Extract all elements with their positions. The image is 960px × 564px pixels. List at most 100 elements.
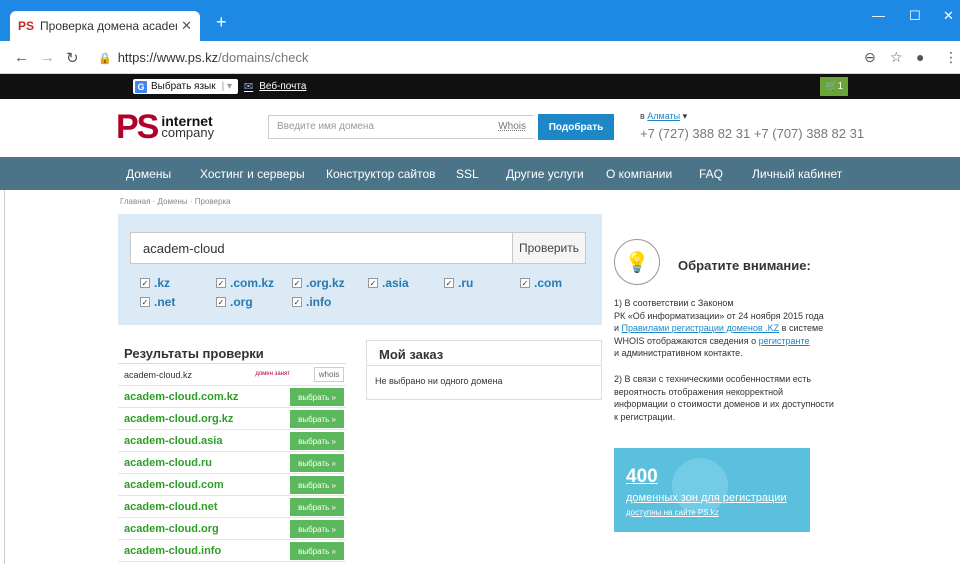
minimize-icon[interactable]: — [872,8,885,23]
promo-line2: доступны на сайте PS.kz [626,508,719,517]
zone-label: .asia [382,276,409,290]
nav-item-about[interactable]: О компании [606,167,672,181]
close-window-icon[interactable]: ✕ [943,8,954,24]
ps-logo[interactable]: PS internet company [116,110,214,144]
order-title: Мой заказ [367,341,601,366]
back-icon[interactable]: ← [14,49,29,66]
nav-item-account[interactable]: Личный кабинет [752,167,842,181]
select-button[interactable]: выбрать » [290,410,344,428]
whois-button[interactable]: whois [314,367,344,382]
cart-icon: 🛒 [824,81,838,92]
kz-rules-link[interactable]: Правилами регистрации доменов .KZ [622,323,780,333]
registrant-link[interactable]: регистранте [759,336,810,346]
select-button[interactable]: выбрать » [290,432,344,450]
select-button[interactable]: выбрать » [290,476,344,494]
table-row: academ-cloud.net выбрать » [118,496,346,518]
address-bar: ← → ↻ 🔒 https://www.ps.kz/domains/check ⊖… [0,41,960,74]
ps-favicon-icon: PS [18,19,35,33]
notice-line: 2) В связи с техническими особенностями … [614,374,812,384]
checkbox-checked-icon: ✓ [216,297,226,307]
breadcrumb[interactable]: Главная · Домены · Проверка [120,197,231,206]
zone-checkbox[interactable]: ✓ .com.kz [216,276,274,290]
close-tab-icon[interactable]: ✕ [181,18,192,34]
content-left-border [4,190,5,564]
tab-title: Проверка домена academ-clou [40,19,177,33]
zone-checkbox[interactable]: ✓ .com [520,276,562,290]
nav-item-builder[interactable]: Конструктор сайтов [326,167,436,181]
nav-item-domains[interactable]: Домены [126,167,171,181]
checkbox-checked-icon: ✓ [368,278,378,288]
zone-label: .info [306,295,332,309]
checkbox-checked-icon: ✓ [520,278,530,288]
notice-paragraph-1: 1) В соответствии с Законом РК «Об инфор… [614,297,850,360]
zone-label: .net [154,295,176,309]
zone-checkbox[interactable]: ✓ .info [292,295,331,309]
select-button[interactable]: выбрать » [290,520,344,538]
city-selector[interactable]: в Алматы ▾ [640,111,687,122]
table-row: academ-cloud.info выбрать » [118,540,346,562]
notice-paragraph-2: 2) В связи с техническими особенностями … [614,373,850,423]
domain-search-input[interactable]: Введите имя домена Whois [268,115,534,139]
result-domain: academ-cloud.asia [124,435,223,447]
account-icon[interactable]: ● [916,49,924,65]
notice-line: и административном контакте. [614,348,743,358]
nav-item-faq[interactable]: FAQ [699,167,723,181]
checkbox-checked-icon: ✓ [140,297,150,307]
results-title: Результаты проверки [118,340,346,364]
new-tab-icon[interactable]: + [216,12,227,33]
table-row: academ-cloud.org.kz выбрать » [118,408,346,430]
browser-tab[interactable]: PS Проверка домена academ-clou ✕ [10,11,200,41]
nav-item-other[interactable]: Другие услуги [506,167,584,181]
webmail-label: Веб-почта [259,81,307,92]
zones-promo-banner[interactable]: 400 доменных зон для регистрации доступн… [614,448,810,532]
reload-icon[interactable]: ↻ [66,49,79,67]
table-row: academ-cloud.asia выбрать » [118,430,346,452]
pick-domain-button[interactable]: Подобрать [538,114,614,140]
chevron-down-icon: | ▾ [221,81,233,92]
checkbox-checked-icon: ✓ [444,278,454,288]
result-domain: academ-cloud.ru [124,457,213,469]
zone-checkbox[interactable]: ✓ .asia [368,276,409,290]
whois-link[interactable]: Whois [498,121,526,132]
checkbox-checked-icon: ✓ [140,278,150,288]
cart-button[interactable]: 🛒 1 [820,77,848,96]
main-nav: Домены Хостинг и серверы Конструктор сай… [0,157,960,190]
google-translate-icon: G [135,80,147,93]
select-button[interactable]: выбрать » [290,388,344,406]
order-panel: Мой заказ Не выбрано ни одного домена [366,340,602,400]
results-panel: Результаты проверки academ-cloud.kz доме… [118,340,346,564]
zone-checkbox[interactable]: ✓ .kz [140,276,170,290]
zone-checkbox[interactable]: ✓ .ru [444,276,473,290]
webmail-link[interactable]: ✉ Веб-почта [244,80,306,93]
forward-icon[interactable]: → [40,49,55,66]
zone-checkbox[interactable]: ✓ .net [140,295,175,309]
result-domain: academ-cloud.info [124,545,222,557]
url-path: /domains/check [218,50,309,65]
result-domain: academ-cloud.org.kz [124,413,234,425]
nav-item-hosting[interactable]: Хостинг и серверы [200,167,305,181]
language-select[interactable]: G Выбрать язык | ▾ [133,79,239,94]
table-row: academ-cloud.org выбрать » [118,518,346,540]
check-button[interactable]: Проверить [512,232,586,264]
select-button[interactable]: выбрать » [290,542,344,560]
result-domain: academ-cloud.com.kz [124,391,239,403]
maximize-icon[interactable]: ☐ [909,8,921,24]
notice-line: 1) В соответствии с Законом [614,298,734,308]
zone-checkbox[interactable]: ✓ .org [216,295,253,309]
globe-icon [672,458,728,514]
nav-item-ssl[interactable]: SSL [456,167,479,181]
phone-numbers: +7 (727) 388 82 31 +7 (707) 388 82 31 [640,126,865,141]
menu-icon[interactable]: ⋮ [944,49,958,66]
bookmark-star-icon[interactable]: ☆ [890,49,903,66]
zone-checkbox[interactable]: ✓ .org.kz [292,276,345,290]
select-button[interactable]: выбрать » [290,498,344,516]
url-field[interactable]: 🔒 https://www.ps.kz/domains/check [98,50,308,65]
url-host: https://www.ps.kz [117,50,219,65]
notice-line: вероятность отображения некорректной [614,386,784,397]
language-label: Выбрать язык [151,81,216,92]
zoom-icon[interactable]: ⊖ [864,49,876,66]
select-button[interactable]: выбрать » [290,454,344,472]
notice-line: к регистрации. [614,411,676,422]
promo-number: 400 [626,466,658,487]
domain-check-input[interactable]: academ-cloud [130,232,512,264]
